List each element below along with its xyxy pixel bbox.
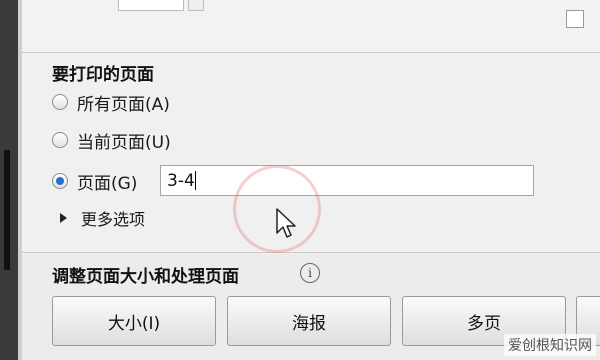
top-partial-field[interactable]	[118, 0, 184, 11]
mouse-pointer-icon	[276, 208, 296, 238]
size-button[interactable]: 大小(I)	[52, 296, 216, 346]
radio-button-icon[interactable]	[52, 94, 68, 110]
more-options-label: 更多选项	[81, 210, 146, 229]
pages-section-title: 要打印的页面	[52, 65, 154, 85]
watermark-text: 爱创根知识网	[504, 334, 596, 356]
section-divider	[22, 52, 600, 53]
radio-pages[interactable]: 页面(G)	[52, 169, 138, 194]
top-partial-checkbox[interactable]	[566, 10, 584, 28]
radio-current-page[interactable]: 当前页面(U)	[52, 128, 171, 153]
resize-section-title: 调整页面大小和处理页面	[52, 267, 239, 287]
window-edge	[0, 0, 22, 360]
radio-label: 所有页面(A)	[77, 94, 170, 115]
top-partial-spin[interactable]	[188, 0, 204, 11]
poster-button[interactable]: 海报	[227, 296, 391, 346]
section-divider	[22, 252, 600, 253]
window-edge-shadow	[4, 150, 10, 270]
triangle-right-icon[interactable]	[60, 213, 67, 223]
text-caret	[195, 171, 196, 190]
radio-button-icon[interactable]	[52, 132, 68, 148]
top-panel	[22, 0, 600, 52]
info-icon[interactable]: i	[300, 263, 320, 283]
radio-all-pages[interactable]: 所有页面(A)	[52, 90, 170, 115]
radio-button-selected-icon[interactable]	[52, 173, 68, 189]
radio-label: 页面(G)	[77, 173, 138, 194]
more-options-toggle[interactable]: 更多选项	[60, 206, 145, 230]
pages-range-input[interactable]	[160, 165, 534, 196]
radio-label: 当前页面(U)	[77, 132, 171, 153]
